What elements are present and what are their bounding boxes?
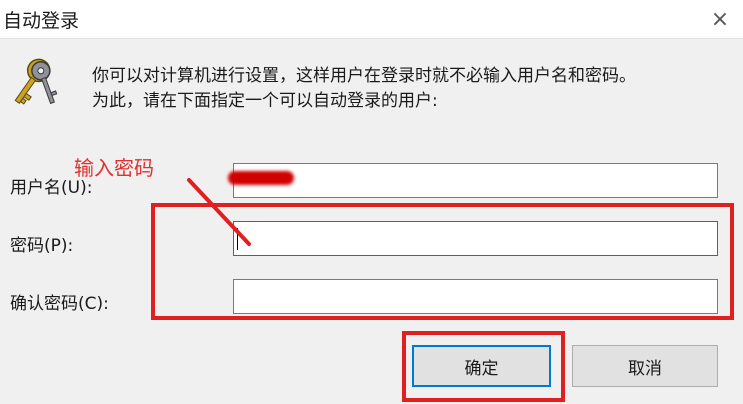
annotation-enter-password: 输入密码 bbox=[74, 156, 154, 180]
password-highlight-box bbox=[151, 203, 734, 320]
window-title: 自动登录 bbox=[3, 10, 80, 32]
cancel-button-label[interactable]: 取消 bbox=[628, 354, 662, 379]
description-line-2: 为此，请在下面指定一个可以自动登录的用户: bbox=[92, 91, 438, 111]
keys-icon bbox=[14, 58, 58, 105]
username-redaction bbox=[228, 171, 294, 185]
confirm-password-label: 确认密码(C): bbox=[10, 294, 109, 314]
username-input[interactable] bbox=[233, 163, 718, 198]
ok-highlight-box bbox=[402, 331, 565, 402]
title-bar: 自动登录 × bbox=[0, 0, 743, 39]
close-button[interactable]: × bbox=[697, 0, 743, 38]
cancel-button[interactable]: 取消 bbox=[572, 345, 718, 387]
description-line-1: 你可以对计算机进行设置，这样用户在登录时就不必输入用户名和密码。 bbox=[92, 66, 636, 86]
close-icon[interactable]: × bbox=[711, 7, 729, 32]
annotation-arrow bbox=[187, 178, 251, 246]
description-text: 你可以对计算机进行设置，这样用户在登录时就不必输入用户名和密码。 为此，请在下面… bbox=[92, 64, 732, 114]
password-label: 密码(P): bbox=[10, 236, 74, 256]
